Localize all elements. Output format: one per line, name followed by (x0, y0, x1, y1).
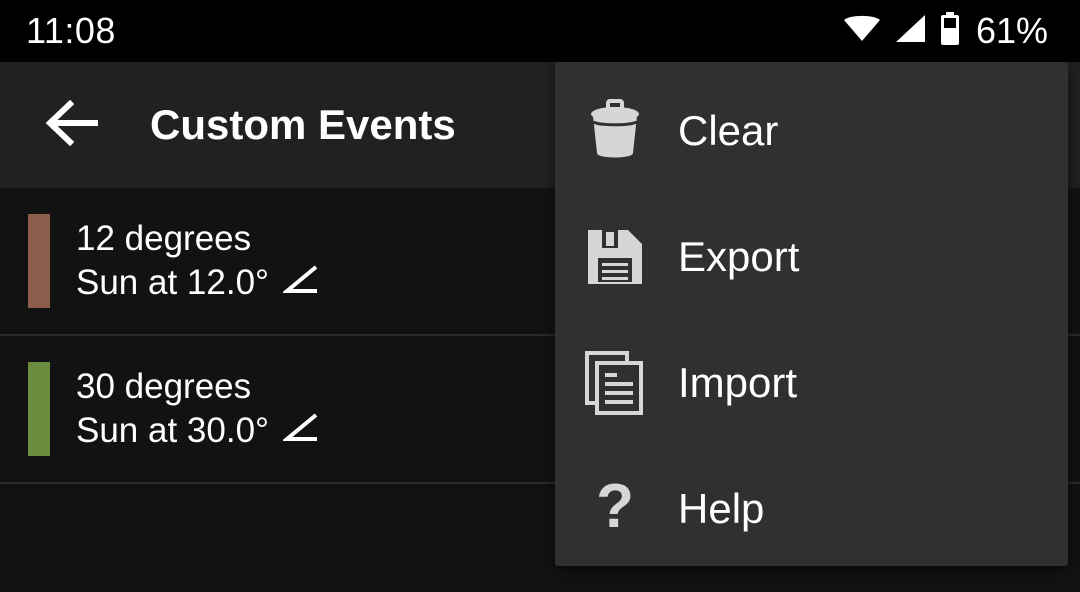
menu-item-label: Import (678, 359, 798, 406)
event-color-swatch (28, 214, 50, 308)
event-subtitle-line: Sun at 30.0° (76, 412, 319, 450)
floppy-save-icon (583, 225, 647, 289)
back-button[interactable] (42, 94, 104, 156)
wifi-icon (843, 14, 881, 49)
svg-text:?: ? (596, 477, 634, 541)
menu-item-label: Clear (678, 107, 779, 154)
menu-item-label: Export (678, 233, 800, 280)
menu-item-help[interactable]: ? Help (555, 446, 1068, 572)
back-arrow-icon (45, 99, 101, 151)
event-text-block: 12 degrees Sun at 12.0° (76, 220, 319, 302)
question-mark-icon: ? (583, 477, 647, 541)
overflow-menu: Clear Export Import ? Help (555, 62, 1068, 566)
event-title: 30 degrees (76, 367, 252, 407)
menu-item-import[interactable]: Import (555, 320, 1068, 446)
angle-icon (281, 265, 319, 300)
battery-percent-label: 61% (975, 10, 1048, 51)
page-title: Custom Events (150, 101, 456, 148)
event-color-swatch (28, 362, 50, 456)
event-title: 12 degrees (76, 219, 252, 259)
trash-icon (583, 99, 647, 163)
status-clock: 11:08 (26, 10, 116, 51)
app-screen: 11:08 61% Custom Events 12 degrees Sun a… (0, 0, 1080, 592)
status-bar-icons: 61% (843, 10, 1048, 51)
menu-item-export[interactable]: Export (555, 194, 1068, 320)
cell-signal-icon (894, 14, 926, 49)
status-bar: 11:08 61% (0, 0, 1080, 62)
event-text-block: 30 degrees Sun at 30.0° (76, 368, 319, 450)
menu-item-label: Help (678, 485, 765, 532)
copy-documents-icon (583, 351, 647, 415)
menu-item-clear[interactable]: Clear (555, 68, 1068, 194)
battery-icon (939, 11, 961, 51)
event-subtitle: Sun at 30.0° (76, 411, 270, 450)
angle-icon (281, 413, 319, 448)
event-subtitle: Sun at 12.0° (76, 263, 270, 302)
event-subtitle-line: Sun at 12.0° (76, 264, 319, 302)
